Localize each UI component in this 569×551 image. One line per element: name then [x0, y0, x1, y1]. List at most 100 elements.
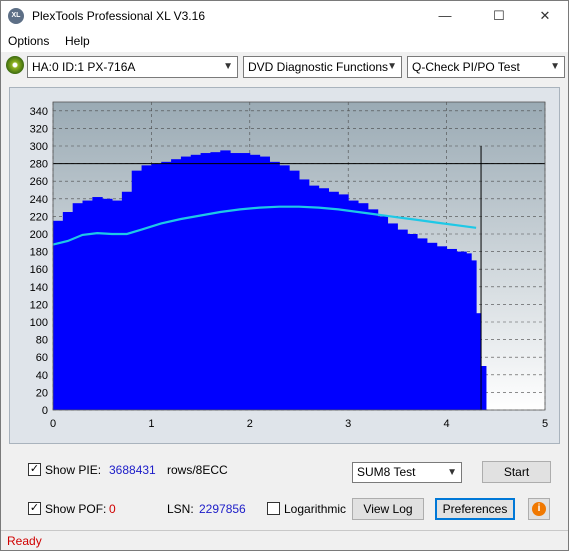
- pie-bar: [92, 197, 103, 410]
- pie-bar: [436, 246, 448, 410]
- pie-bar: [131, 170, 143, 410]
- pie-bar: [377, 216, 389, 410]
- function-select[interactable]: DVD Diagnostic Functions ▼: [243, 56, 402, 78]
- lsn-label: LSN:: [167, 502, 194, 516]
- drive-select-value: HA:0 ID:1 PX-716A: [32, 60, 136, 74]
- status-bar: Ready: [1, 530, 568, 550]
- x-tick-label: 5: [542, 418, 548, 430]
- chevron-down-icon: ▼: [447, 467, 457, 478]
- test-select-value: Q-Check PI/PO Test: [412, 60, 520, 74]
- y-axis-ticks: 0 20 40 60 80 100 120 140 160 180 200 220 240 260 280 3…: [30, 106, 48, 417]
- view-log-button[interactable]: View Log: [352, 498, 424, 520]
- pie-bar: [161, 161, 172, 410]
- drive-select[interactable]: HA:0 ID:1 PX-716A ▼: [27, 56, 238, 78]
- x-axis-ticks: 0 1 2 3 4 5: [50, 418, 548, 430]
- status-text: Ready: [7, 534, 42, 548]
- window-title: PlexTools Professional XL V3.16: [32, 9, 205, 23]
- bottom-controls: ✓ Show PIE: 3688431 rows/8ECC SUM8 Test …: [9, 453, 560, 525]
- y-tick-label: 260: [30, 176, 48, 188]
- title-bar: XL PlexTools Professional XL V3.16 — ☐ ✕: [1, 1, 568, 31]
- pie-bar: [367, 209, 379, 410]
- pie-bar: [481, 366, 487, 410]
- pie-bar: [446, 248, 457, 410]
- chevron-down-icon: ▼: [223, 61, 233, 72]
- pie-bar: [299, 179, 310, 410]
- pie-bar: [239, 153, 251, 410]
- x-tick-label: 1: [148, 418, 154, 430]
- sum-test-value: SUM8 Test: [357, 465, 416, 479]
- function-select-value: DVD Diagnostic Functions: [248, 60, 389, 74]
- y-tick-label: 20: [36, 387, 48, 399]
- pie-bar: [102, 198, 113, 410]
- pie-bar: [200, 153, 211, 410]
- y-tick-label: 220: [30, 211, 48, 223]
- pie-bar: [190, 154, 202, 410]
- preferences-button[interactable]: Preferences: [435, 498, 515, 520]
- y-tick-label: 120: [30, 299, 48, 311]
- pie-bar: [426, 242, 438, 410]
- app-logo-icon: XL: [8, 8, 24, 24]
- pie-bar: [358, 203, 369, 410]
- minimize-button[interactable]: —: [422, 1, 468, 31]
- show-pof-label: Show POF:: [45, 502, 107, 516]
- toolbar: HA:0 ID:1 PX-716A ▼ DVD Diagnostic Funct…: [1, 53, 568, 81]
- test-select[interactable]: Q-Check PI/PO Test ▼: [407, 56, 565, 78]
- y-tick-label: 40: [36, 370, 48, 382]
- pie-bar: [397, 229, 408, 410]
- pie-bar: [230, 153, 241, 410]
- y-tick-label: 160: [30, 264, 48, 276]
- menu-bar: Options Help: [1, 31, 568, 52]
- start-button[interactable]: Start: [482, 461, 551, 483]
- pie-bar: [471, 260, 477, 410]
- pie-bar: [348, 200, 359, 410]
- pie-bar: [141, 165, 152, 410]
- y-tick-label: 0: [42, 405, 48, 417]
- pi-po-chart: 0204060801001201401601802002202402602803…: [30, 101, 548, 430]
- x-tick-label: 4: [444, 418, 450, 430]
- y-tick-label: 300: [30, 141, 48, 153]
- pie-bar: [171, 159, 182, 410]
- info-icon: i: [532, 502, 546, 516]
- pie-bar: [269, 161, 280, 410]
- y-tick-label: 80: [36, 335, 48, 347]
- main-window: XL PlexTools Professional XL V3.16 — ☐ ✕…: [0, 0, 569, 551]
- x-tick-label: 0: [50, 418, 56, 430]
- close-button[interactable]: ✕: [522, 1, 568, 31]
- pie-bar: [220, 150, 231, 410]
- y-tick-label: 140: [30, 282, 48, 294]
- y-tick-label: 200: [30, 229, 48, 241]
- pie-bar: [279, 165, 290, 410]
- y-tick-label: 100: [30, 317, 48, 329]
- pie-bar: [112, 200, 123, 410]
- pie-unit: rows/8ECC: [167, 463, 228, 477]
- show-pie-label: Show PIE:: [45, 463, 102, 477]
- pie-bar: [308, 185, 320, 410]
- pie-value: 3688431: [109, 463, 156, 477]
- y-tick-label: 60: [36, 352, 48, 364]
- pie-bar: [210, 152, 221, 410]
- show-pof-checkbox[interactable]: ✓: [28, 502, 41, 515]
- maximize-button[interactable]: ☐: [476, 1, 522, 31]
- pie-bar: [53, 220, 64, 410]
- menu-options[interactable]: Options: [8, 34, 49, 48]
- logarithmic-label: Logarithmic: [284, 502, 347, 516]
- y-tick-label: 340: [30, 106, 48, 118]
- x-tick-label: 2: [247, 418, 253, 430]
- pie-bar: [328, 191, 339, 410]
- pie-bar: [151, 163, 162, 410]
- menu-help[interactable]: Help: [65, 34, 90, 48]
- pie-bar: [180, 156, 192, 410]
- chart-panel: 0 20 40 60 80 100 120 140 160 180 200 220 240 260 280 3…: [9, 87, 560, 444]
- y-tick-label: 180: [30, 247, 48, 259]
- y-tick-label: 320: [30, 123, 48, 135]
- x-tick-label: 3: [345, 418, 351, 430]
- pie-bar: [338, 194, 349, 410]
- pie-bar: [249, 154, 261, 410]
- pie-bar: [121, 191, 133, 410]
- info-button[interactable]: i: [528, 498, 550, 520]
- show-pie-checkbox[interactable]: ✓: [28, 463, 41, 476]
- sum-test-select[interactable]: SUM8 Test ▼: [352, 462, 462, 483]
- chevron-down-icon: ▼: [387, 61, 397, 72]
- pie-bar: [407, 234, 418, 410]
- logarithmic-checkbox[interactable]: [267, 502, 280, 515]
